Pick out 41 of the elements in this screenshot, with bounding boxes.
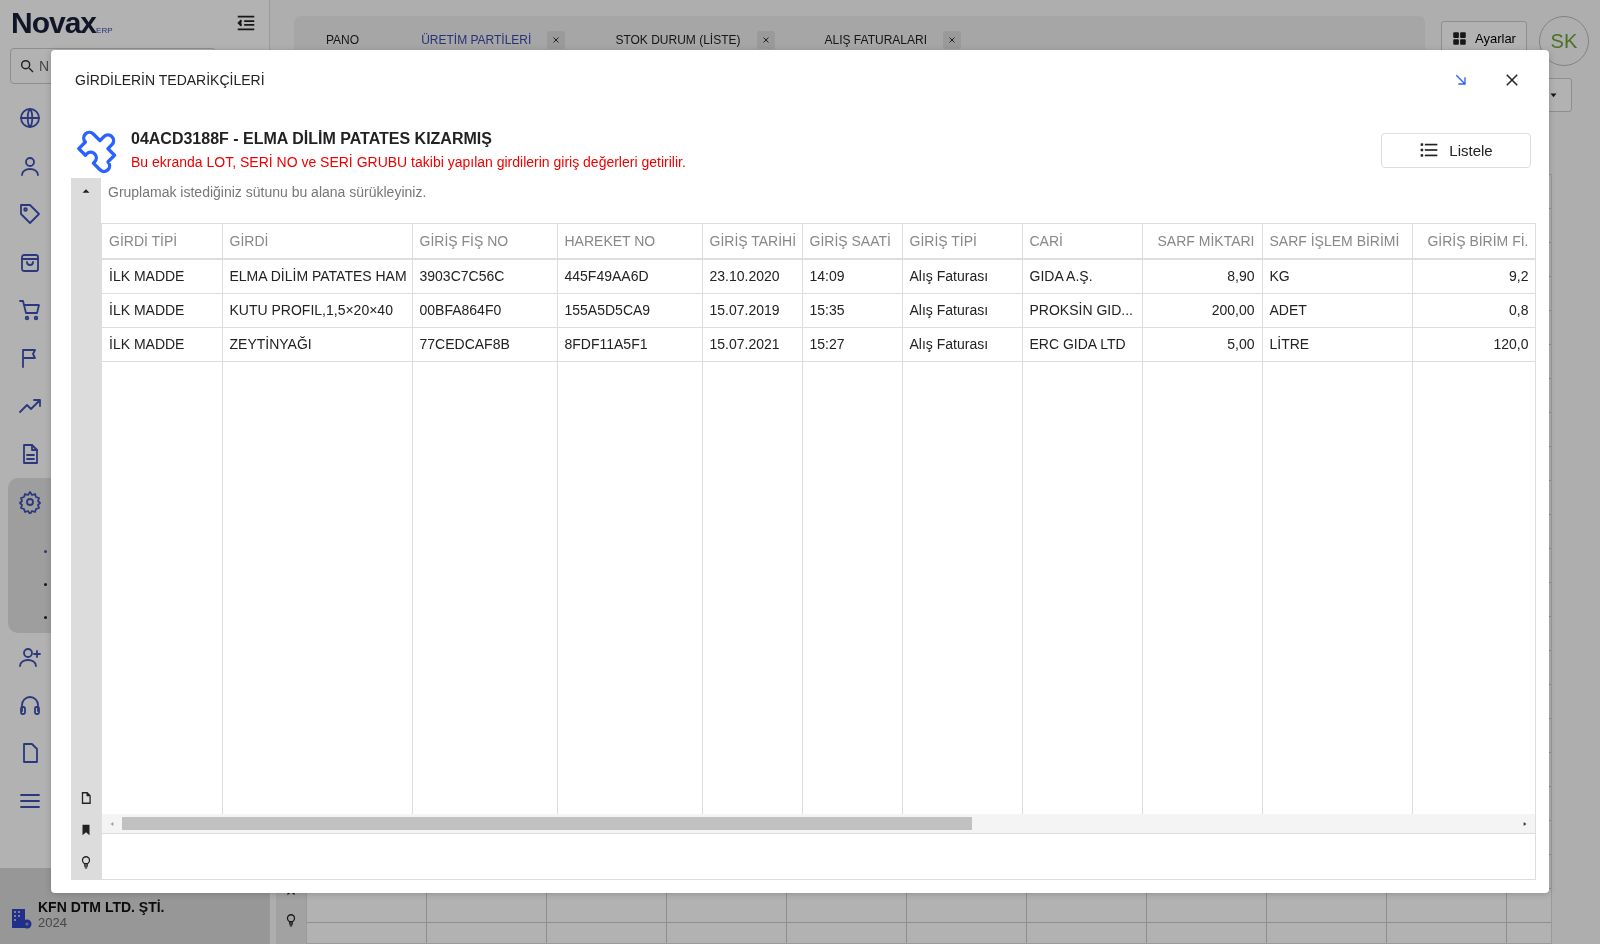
table-cell: 15.07.2021 — [709, 336, 780, 352]
group-panel-hint: Gruplamak istediğiniz sütunu bu alana sürükleyiniz. — [107, 183, 428, 202]
table-cell: 23.10.2020 — [709, 268, 780, 285]
table-cell: LİTRE — [1269, 336, 1310, 352]
table-cell: Alış Faturası — [909, 302, 989, 318]
table-cell: 120,0 — [1493, 336, 1529, 352]
table-cell: 8FDF11A5F1 — [564, 336, 648, 352]
table-cell: 3903C7C56C — [419, 268, 505, 285]
table-cell: İLK MADDE — [109, 336, 185, 352]
table-cell: 8,90 — [1227, 268, 1255, 285]
table-cell: 200,00 — [1211, 302, 1255, 318]
company-year: 2024 — [38, 915, 68, 930]
company-name: KFN DTM LTD. ŞTİ. — [38, 899, 165, 915]
table-cell: ZEYTİNYAĞI — [229, 336, 312, 352]
table-cell: 15:27 — [809, 336, 845, 352]
table-cell: ELMA DİLİM PATATES HAM — [229, 268, 407, 285]
table-cell: GIDA A.Ş. — [1029, 268, 1093, 285]
table-cell: ADET — [1269, 302, 1307, 318]
table-cell: KUTU PROFIL,1,5×20×40 — [229, 302, 393, 318]
table-cell: 15.07.2019 — [709, 302, 780, 318]
table-cell: İLK MADDE — [109, 302, 185, 318]
table-cell: 14:09 — [809, 268, 845, 285]
logo: NovaxERP — [11, 6, 113, 40]
table-cell: KG — [1269, 268, 1290, 285]
table-cell: 77CEDCAF8B — [419, 336, 510, 352]
table-cell: 9,2 — [1509, 268, 1529, 285]
table-cell: İLK MADDE — [109, 268, 185, 285]
dialog-title: GİRDİLERİN TEDARİKÇİLERİ — [75, 72, 265, 88]
search-placeholder: N — [39, 58, 50, 74]
notice-text: Bu ekranda LOT, SERİ NO ve SERİ GRUBU takibi yapılan girdilerin giriş değerleri getirilir. — [131, 154, 687, 170]
record-heading: 04ACD3188F - ELMA DİLİM PATATES KIZARMIŞ — [131, 130, 493, 148]
table-cell: 0,8 — [1509, 302, 1529, 318]
table-cell: Alış Faturası — [909, 268, 989, 285]
table-cell: PROKSİN GID... — [1029, 302, 1133, 318]
table-cell: 00BFA864F0 — [419, 302, 502, 318]
table-cell: ERC GIDA LTD — [1029, 336, 1126, 352]
table-cell: Alış Faturası — [909, 336, 989, 352]
table-cell: 155A5D5CA9 — [564, 302, 651, 318]
table-cell: 15:35 — [809, 302, 845, 318]
table-cell: 445F49AA6D — [564, 268, 649, 285]
table-cell: 5,00 — [1227, 336, 1255, 352]
